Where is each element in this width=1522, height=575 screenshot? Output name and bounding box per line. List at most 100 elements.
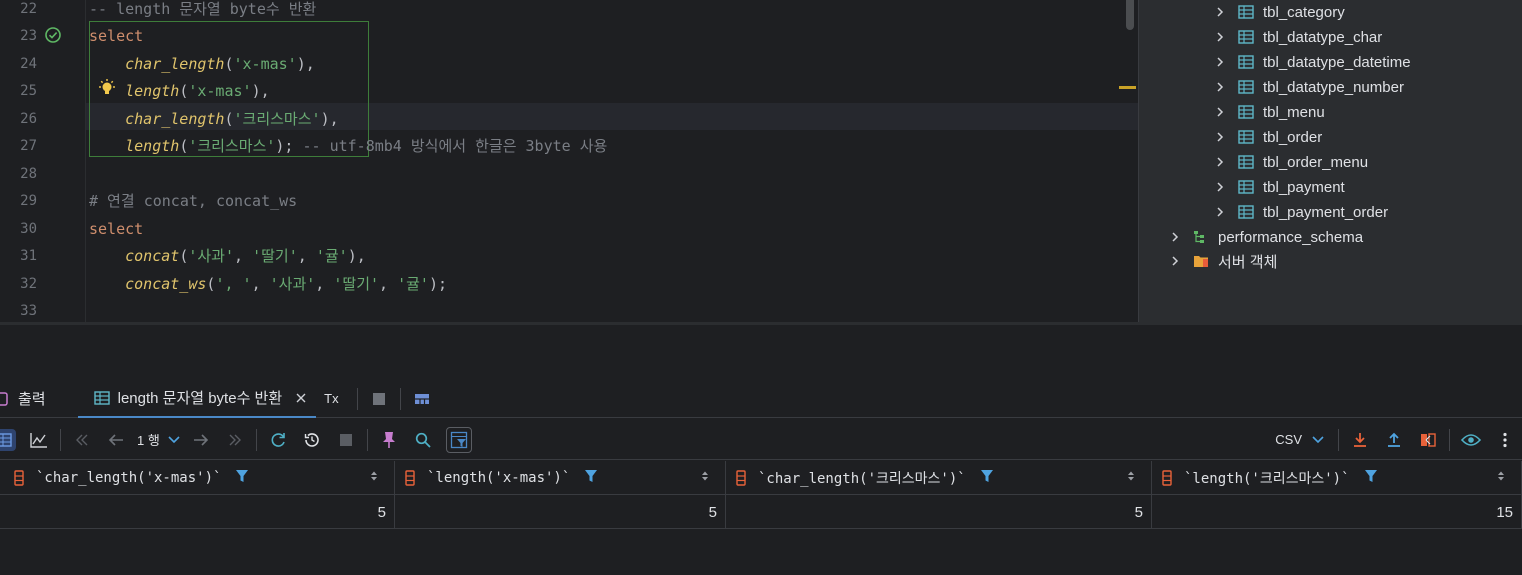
pin-button[interactable] bbox=[378, 429, 400, 451]
chevron-right-icon[interactable] bbox=[1214, 56, 1226, 68]
code-line[interactable]: length('크리스마스'); -- utf-8mb4 방식에서 한글은 3b… bbox=[89, 137, 607, 155]
toolbar-separator bbox=[399, 387, 401, 410]
column-header[interactable]: `length('x-mas')` bbox=[395, 461, 726, 495]
column-icon bbox=[1162, 470, 1172, 486]
panel-divider[interactable] bbox=[0, 322, 1522, 325]
export-button[interactable] bbox=[1349, 429, 1371, 451]
chevron-right-icon[interactable] bbox=[1214, 131, 1226, 143]
results-grid[interactable]: `char_length('x-mas')` `length('x-mas')` `… bbox=[0, 461, 1522, 529]
tree-item-table[interactable]: tbl_order bbox=[1214, 126, 1322, 148]
tree-item-table[interactable]: tbl_datatype_char bbox=[1214, 26, 1382, 48]
tab-tx[interactable]: Tx bbox=[316, 380, 352, 418]
column-header[interactable]: `length('크리스마스')` bbox=[1152, 461, 1522, 495]
row-count-selector[interactable]: 1 행 bbox=[137, 430, 180, 449]
column-header[interactable]: `char_length('x-mas')` bbox=[0, 461, 395, 495]
tree-item-table[interactable]: tbl_datatype_datetime bbox=[1214, 51, 1411, 73]
code-editor[interactable]: 22 23 24 25 26 27 28 29 30 31 32 33 -- length 문자열 b… bbox=[0, 0, 1138, 322]
chart-icon bbox=[30, 432, 47, 448]
next-page-button[interactable] bbox=[190, 429, 212, 451]
code-line[interactable]: char_length('크리스마스'), bbox=[89, 110, 339, 128]
previous-page-button[interactable] bbox=[105, 429, 127, 451]
execution-success-icon[interactable] bbox=[44, 26, 62, 44]
compare-button[interactable] bbox=[1417, 429, 1439, 451]
filter-icon[interactable] bbox=[584, 469, 598, 487]
code-line[interactable]: select bbox=[89, 27, 143, 45]
tree-item-table[interactable]: tbl_payment bbox=[1214, 176, 1345, 198]
line-number: 30 bbox=[20, 220, 37, 237]
filter-icon[interactable] bbox=[235, 469, 249, 487]
tree-item-table[interactable]: tbl_order_menu bbox=[1214, 151, 1368, 173]
sort-icon[interactable] bbox=[370, 470, 378, 486]
more-options-button[interactable] bbox=[1494, 429, 1516, 451]
table-icon bbox=[1238, 130, 1254, 144]
filter-icon[interactable] bbox=[980, 469, 994, 487]
warning-marker[interactable] bbox=[1119, 86, 1136, 89]
table-cell[interactable]: 5 bbox=[0, 495, 395, 529]
tree-item-table[interactable]: tbl_payment_order bbox=[1214, 201, 1388, 223]
line-number: 33 bbox=[20, 302, 37, 319]
view-button[interactable] bbox=[1460, 429, 1482, 451]
double-chevron-right-icon bbox=[229, 434, 241, 445]
column-header-label: `length('크리스마스')` bbox=[1184, 471, 1350, 487]
last-page-button[interactable] bbox=[224, 429, 246, 451]
code-token: ), bbox=[296, 54, 315, 73]
output-icon bbox=[0, 391, 8, 406]
toolbar-separator bbox=[1338, 428, 1339, 451]
first-page-button[interactable] bbox=[71, 429, 93, 451]
chevron-right-icon[interactable] bbox=[1169, 255, 1181, 267]
code-line[interactable]: length('x-mas'), bbox=[89, 82, 270, 100]
tree-item-table[interactable]: tbl_datatype_number bbox=[1214, 76, 1404, 98]
history-button[interactable] bbox=[301, 429, 323, 451]
tree-item-server-objects[interactable]: 서버 객체 bbox=[1169, 250, 1277, 272]
refresh-button[interactable] bbox=[267, 429, 289, 451]
table-view-button[interactable] bbox=[0, 428, 16, 451]
chevron-right-icon[interactable] bbox=[1214, 6, 1226, 18]
sort-icon[interactable] bbox=[1127, 470, 1135, 486]
table-icon bbox=[1238, 30, 1254, 44]
close-icon[interactable] bbox=[296, 393, 306, 403]
code-token: , bbox=[251, 274, 270, 293]
export-format-selector[interactable]: CSV bbox=[1275, 432, 1324, 447]
chevron-right-icon[interactable] bbox=[1214, 31, 1226, 43]
chevron-right-icon[interactable] bbox=[1214, 81, 1226, 93]
stop-button[interactable] bbox=[368, 388, 390, 410]
chart-view-button[interactable] bbox=[28, 429, 50, 451]
code-token: '귤' bbox=[397, 274, 429, 293]
tree-item-table[interactable]: tbl_menu bbox=[1214, 101, 1325, 123]
column-header[interactable]: `char_length('크리스마스')` bbox=[726, 461, 1152, 495]
code-line[interactable]: char_length('x-mas'), bbox=[89, 55, 315, 73]
code-token: ( bbox=[179, 82, 189, 101]
chevron-right-icon[interactable] bbox=[1169, 231, 1181, 243]
code-line[interactable]: select bbox=[89, 220, 143, 238]
tab-result[interactable]: length 문자열 byte수 반환 bbox=[77, 380, 317, 418]
tab-output-label: 출력 bbox=[18, 391, 46, 408]
filter-rows-button[interactable] bbox=[445, 426, 472, 453]
filter-icon[interactable] bbox=[1364, 469, 1378, 487]
table-cell[interactable]: 5 bbox=[726, 495, 1152, 529]
code-line[interactable]: concat('사과', '딸기', '귤'), bbox=[89, 247, 366, 265]
table-row[interactable]: 5 5 5 15 bbox=[0, 495, 1522, 529]
tree-item-table[interactable]: tbl_category bbox=[1214, 1, 1345, 23]
chevron-right-icon[interactable] bbox=[1214, 181, 1226, 193]
sort-icon[interactable] bbox=[1497, 470, 1505, 486]
tab-output[interactable]: 출력 bbox=[0, 380, 60, 418]
code-token: ( bbox=[179, 247, 189, 266]
sort-icon[interactable] bbox=[701, 470, 709, 486]
code-line[interactable]: -- length 문자열 byte수 반환 bbox=[89, 0, 316, 18]
cancel-query-button[interactable] bbox=[335, 429, 357, 451]
code-token: '크리스마스' bbox=[233, 109, 321, 128]
table-cell[interactable]: 5 bbox=[395, 495, 726, 529]
code-line[interactable]: # 연결 concat, concat_ws bbox=[89, 192, 297, 210]
editor-scrollbar[interactable] bbox=[1126, 0, 1134, 30]
code-line[interactable]: concat_ws(', ', '사과', '딸기', '귤'); bbox=[89, 275, 447, 293]
table-cell[interactable]: 15 bbox=[1152, 495, 1522, 529]
tree-item-label: tbl_datatype_datetime bbox=[1263, 53, 1411, 71]
chevron-right-icon[interactable] bbox=[1214, 156, 1226, 168]
tree-item-performance-schema[interactable]: performance_schema bbox=[1169, 226, 1363, 248]
search-button[interactable] bbox=[412, 429, 434, 451]
chevron-right-icon[interactable] bbox=[1214, 206, 1226, 218]
import-button[interactable] bbox=[1383, 429, 1405, 451]
layout-button[interactable] bbox=[411, 388, 433, 410]
chevron-right-icon[interactable] bbox=[1214, 106, 1226, 118]
